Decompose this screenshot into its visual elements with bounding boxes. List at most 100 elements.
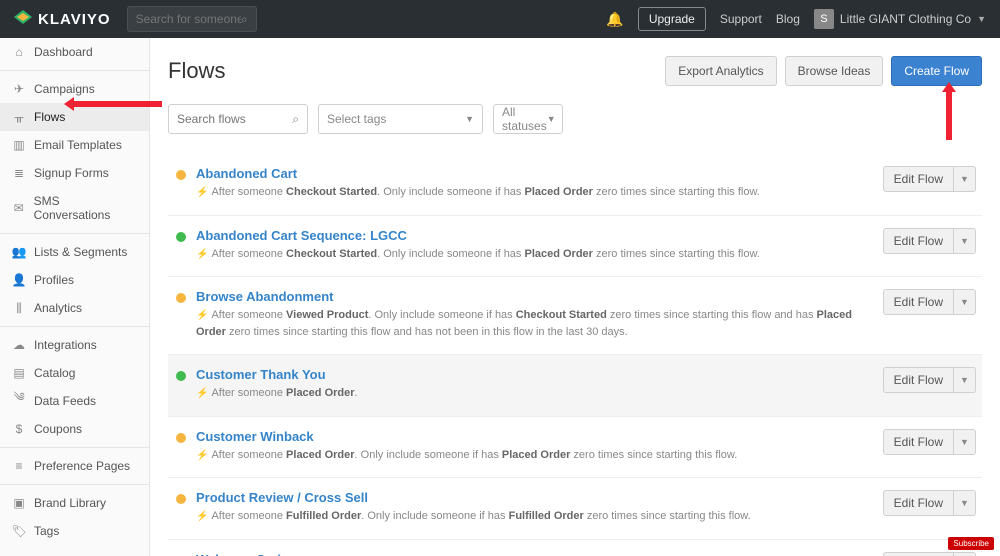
- flow-actions-dropdown[interactable]: ▼: [954, 490, 976, 516]
- brand-logo[interactable]: KLAVIYO: [14, 10, 111, 28]
- flow-actions-dropdown[interactable]: ▼: [954, 367, 976, 393]
- flow-body: Abandoned Cart Sequence: LGCC ⚡After some…: [196, 228, 873, 263]
- search-icon: ⌕: [241, 12, 248, 27]
- campaigns-icon: ✈: [12, 82, 26, 96]
- flow-actions: Edit Flow▼: [883, 552, 976, 556]
- sidebar-item-campaigns[interactable]: ✈ Campaigns: [0, 75, 149, 103]
- sidebar-separator: [0, 484, 149, 485]
- browse-ideas-button[interactable]: Browse Ideas: [785, 56, 884, 86]
- create-flow-button[interactable]: Create Flow: [891, 56, 982, 86]
- status-dot-icon: [176, 494, 186, 504]
- global-search-input[interactable]: [136, 12, 241, 26]
- trigger-icon: ⚡: [196, 450, 208, 461]
- sidebar-separator: [0, 447, 149, 448]
- logo-mark-icon: [14, 10, 32, 28]
- edit-flow-button[interactable]: Edit Flow: [883, 429, 954, 455]
- account-menu[interactable]: S Little GIANT Clothing Co ▼: [814, 9, 986, 29]
- search-flows-field[interactable]: [177, 112, 292, 126]
- global-search[interactable]: ⌕: [127, 6, 257, 32]
- profiles-icon: 👤: [12, 273, 26, 287]
- sidebar-item-sms-conversations[interactable]: ✉ SMS Conversations: [0, 187, 149, 229]
- flow-title-link[interactable]: Customer Thank You: [196, 367, 873, 382]
- flow-title-link[interactable]: Abandoned Cart: [196, 166, 873, 181]
- status-dropdown[interactable]: All statuses ▼: [493, 104, 563, 134]
- flows-list: Abandoned Cart ⚡After someone Checkout St…: [168, 154, 982, 556]
- search-icon: ⌕: [292, 112, 299, 127]
- flow-actions: Edit Flow▼: [883, 367, 976, 393]
- tags-placeholder: Select tags: [327, 112, 386, 126]
- trigger-icon: ⚡: [196, 187, 208, 198]
- edit-flow-button[interactable]: Edit Flow: [883, 228, 954, 254]
- flow-title-link[interactable]: Browse Abandonment: [196, 289, 873, 304]
- flow-title-link[interactable]: Product Review / Cross Sell: [196, 490, 873, 505]
- sidebar-item-label: Campaigns: [34, 82, 95, 96]
- sidebar-item-analytics[interactable]: ⫼Analytics: [0, 294, 149, 322]
- flow-actions: Edit Flow▼: [883, 166, 976, 192]
- sidebar-item-label: Email Templates: [34, 138, 122, 152]
- notifications-icon[interactable]: 🔔: [606, 11, 623, 28]
- flow-actions: Edit Flow▼: [883, 490, 976, 516]
- flow-filters: ⌕ Select tags ▼ All statuses ▼: [168, 104, 982, 134]
- flow-title-link[interactable]: Customer Winback: [196, 429, 873, 444]
- catalog-icon: ▤: [12, 366, 26, 380]
- data-feeds-icon: ༄: [12, 394, 26, 408]
- upgrade-button[interactable]: Upgrade: [638, 7, 706, 31]
- edit-flow-button[interactable]: Edit Flow: [883, 166, 954, 192]
- select-tags-dropdown[interactable]: Select tags ▼: [318, 104, 483, 134]
- main-content: Flows Export Analytics Browse Ideas Crea…: [150, 38, 1000, 556]
- export-analytics-button[interactable]: Export Analytics: [665, 56, 776, 86]
- edit-flow-button[interactable]: Edit Flow: [883, 367, 954, 393]
- flow-body: Customer Thank You⚡After someone Placed …: [196, 367, 873, 402]
- flow-actions-dropdown[interactable]: ▼: [954, 429, 976, 455]
- status-dot-icon: [176, 371, 186, 381]
- sidebar-item-flows[interactable]: ᚂFlows: [0, 103, 149, 131]
- sidebar-item-integrations[interactable]: ☁Integrations: [0, 331, 149, 359]
- sidebar-item-label: SMS Conversations: [34, 194, 137, 222]
- sidebar-item-brand-library[interactable]: ▣Brand Library: [0, 489, 149, 517]
- header-right: 🔔 Upgrade Support Blog S Little GIANT Cl…: [606, 7, 986, 31]
- sidebar-item-catalog[interactable]: ▤Catalog: [0, 359, 149, 387]
- edit-flow-button[interactable]: Edit Flow: [883, 490, 954, 516]
- signup-forms-icon: ≣: [12, 166, 26, 180]
- blog-link[interactable]: Blog: [776, 12, 800, 26]
- coupons-icon: $: [12, 422, 26, 436]
- flow-actions-dropdown[interactable]: ▼: [954, 228, 976, 254]
- flow-actions-dropdown[interactable]: ▼: [954, 289, 976, 315]
- avatar: S: [814, 9, 834, 29]
- flow-actions-dropdown[interactable]: ▼: [954, 552, 976, 556]
- flow-body: Product Review / Cross Sell ⚡After someon…: [196, 490, 873, 525]
- sidebar-item-coupons[interactable]: $ Coupons: [0, 415, 149, 443]
- flow-actions-dropdown[interactable]: ▼: [954, 166, 976, 192]
- sidebar-item-label: Flows: [34, 110, 65, 124]
- email-templates-icon: ▥: [12, 138, 26, 152]
- support-link[interactable]: Support: [720, 12, 762, 26]
- sidebar-item-preference-pages[interactable]: ≡Preference Pages: [0, 452, 149, 480]
- sidebar-item-dashboard[interactable]: ⌂Dashboard: [0, 38, 149, 66]
- flow-title-link[interactable]: Welcome Series: [196, 552, 873, 556]
- sidebar-item-signup-forms[interactable]: ≣Signup Forms: [0, 159, 149, 187]
- flow-description: ⚡After someone Fulfilled Order. Only inc…: [196, 508, 873, 525]
- flow-row: Customer Thank You⚡After someone Placed …: [168, 354, 982, 416]
- app-header: KLAVIYO ⌕ 🔔 Upgrade Support Blog S Littl…: [0, 0, 1000, 38]
- subscribe-badge[interactable]: Subscribe: [948, 537, 994, 550]
- sidebar-item-tags[interactable]: 🏷Tags: [0, 517, 149, 545]
- status-dot-icon: [176, 232, 186, 242]
- flow-description: ⚡After someone Checkout Started. Only in…: [196, 246, 873, 263]
- sidebar-item-label: Lists & Segments: [34, 245, 127, 259]
- sms-conversations-icon: ✉: [12, 201, 26, 215]
- edit-flow-button[interactable]: Edit Flow: [883, 289, 954, 315]
- flow-description: ⚡After someone Checkout Started. Only in…: [196, 184, 873, 201]
- sidebar-item-profiles[interactable]: 👤Profiles: [0, 266, 149, 294]
- flow-row: Browse Abandonment⚡After someone Viewed …: [168, 276, 982, 354]
- flow-body: Welcome Series⚡After someone is added to…: [196, 552, 873, 556]
- search-flows-input[interactable]: ⌕: [168, 104, 308, 134]
- flow-row: Welcome Series⚡After someone is added to…: [168, 539, 982, 556]
- flow-body: Customer Winback⚡After someone Placed Or…: [196, 429, 873, 464]
- edit-flow-button[interactable]: Edit Flow: [883, 552, 954, 556]
- sidebar-item-lists-and-segments[interactable]: 👥Lists & Segments: [0, 238, 149, 266]
- sidebar-item-email-templates[interactable]: ▥ Email Templates: [0, 131, 149, 159]
- sidebar-item-data-feeds[interactable]: ༄Data Feeds: [0, 387, 149, 415]
- sidebar-item-label: Coupons: [34, 422, 82, 436]
- flow-title-link[interactable]: Abandoned Cart Sequence: LGCC: [196, 228, 873, 243]
- flow-body: Abandoned Cart ⚡After someone Checkout St…: [196, 166, 873, 201]
